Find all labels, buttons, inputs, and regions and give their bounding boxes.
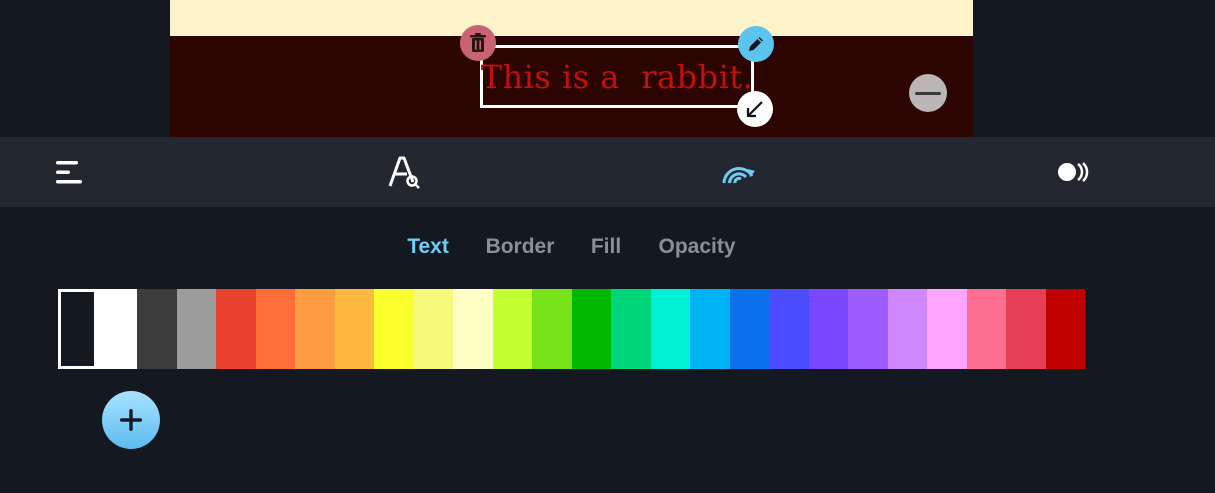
rainbow-icon bbox=[722, 166, 755, 184]
color-swatch[interactable] bbox=[966, 289, 1006, 369]
selected-text-box[interactable]: This is a rabbit. bbox=[480, 45, 754, 108]
color-swatch[interactable] bbox=[769, 289, 809, 369]
canvas-top-band bbox=[170, 0, 973, 36]
color-swatch[interactable] bbox=[492, 289, 532, 369]
text-box-content: This is a rabbit. bbox=[480, 57, 754, 96]
color-swatch[interactable] bbox=[216, 289, 256, 369]
bottom-toolbar bbox=[0, 137, 1215, 207]
collapse-button[interactable] bbox=[909, 74, 947, 112]
color-swatch[interactable] bbox=[611, 289, 651, 369]
edit-text-button[interactable] bbox=[738, 26, 774, 62]
color-swatch[interactable] bbox=[413, 289, 453, 369]
color-swatch[interactable] bbox=[334, 289, 374, 369]
color-swatch[interactable] bbox=[137, 289, 177, 369]
add-color-button[interactable] bbox=[102, 391, 160, 449]
color-swatch[interactable] bbox=[1006, 289, 1046, 369]
tab-opacity[interactable]: Opacity bbox=[652, 225, 742, 269]
color-swatch[interactable] bbox=[808, 289, 848, 369]
menu-button[interactable] bbox=[40, 137, 100, 207]
color-swatch[interactable] bbox=[690, 289, 730, 369]
tab-border[interactable]: Border bbox=[481, 225, 559, 269]
hamburger-menu-icon bbox=[56, 161, 82, 184]
color-swatch[interactable] bbox=[295, 289, 335, 369]
color-swatch[interactable] bbox=[571, 289, 611, 369]
swatch-selected-transparent[interactable] bbox=[58, 289, 137, 369]
canvas-area: This is a rabbit. bbox=[0, 0, 1215, 137]
resize-arrow-icon bbox=[746, 101, 763, 118]
color-palette bbox=[58, 289, 1085, 369]
canvas[interactable]: This is a rabbit. bbox=[170, 0, 973, 137]
color-swatch[interactable] bbox=[927, 289, 967, 369]
color-swatch[interactable] bbox=[848, 289, 888, 369]
color-swatch[interactable] bbox=[255, 289, 295, 369]
plus-icon bbox=[120, 409, 142, 431]
color-swatch[interactable] bbox=[650, 289, 690, 369]
pencil-icon bbox=[749, 37, 763, 51]
delete-button[interactable] bbox=[460, 25, 496, 61]
effects-button[interactable] bbox=[1044, 137, 1104, 207]
app-root: This is a rabbit. Text Border Fill Opaci… bbox=[0, 0, 1215, 493]
font-button[interactable] bbox=[374, 137, 434, 207]
color-swatch[interactable] bbox=[729, 289, 769, 369]
resize-handle[interactable] bbox=[737, 91, 773, 127]
color-swatch[interactable] bbox=[453, 289, 493, 369]
color-button[interactable] bbox=[709, 137, 769, 207]
color-swatch[interactable] bbox=[374, 289, 414, 369]
tab-fill[interactable]: Fill bbox=[586, 225, 626, 269]
tab-text[interactable]: Text bbox=[400, 225, 456, 269]
color-swatch[interactable] bbox=[176, 289, 216, 369]
color-target-tabs: Text Border Fill Opacity bbox=[0, 225, 1215, 269]
color-swatch[interactable] bbox=[1045, 289, 1085, 369]
font-search-icon bbox=[388, 156, 420, 189]
minus-icon bbox=[915, 91, 941, 95]
color-swatch[interactable] bbox=[887, 289, 927, 369]
color-swatch[interactable] bbox=[532, 289, 572, 369]
toggle-effects-icon bbox=[1058, 162, 1089, 182]
trash-icon bbox=[470, 33, 486, 52]
